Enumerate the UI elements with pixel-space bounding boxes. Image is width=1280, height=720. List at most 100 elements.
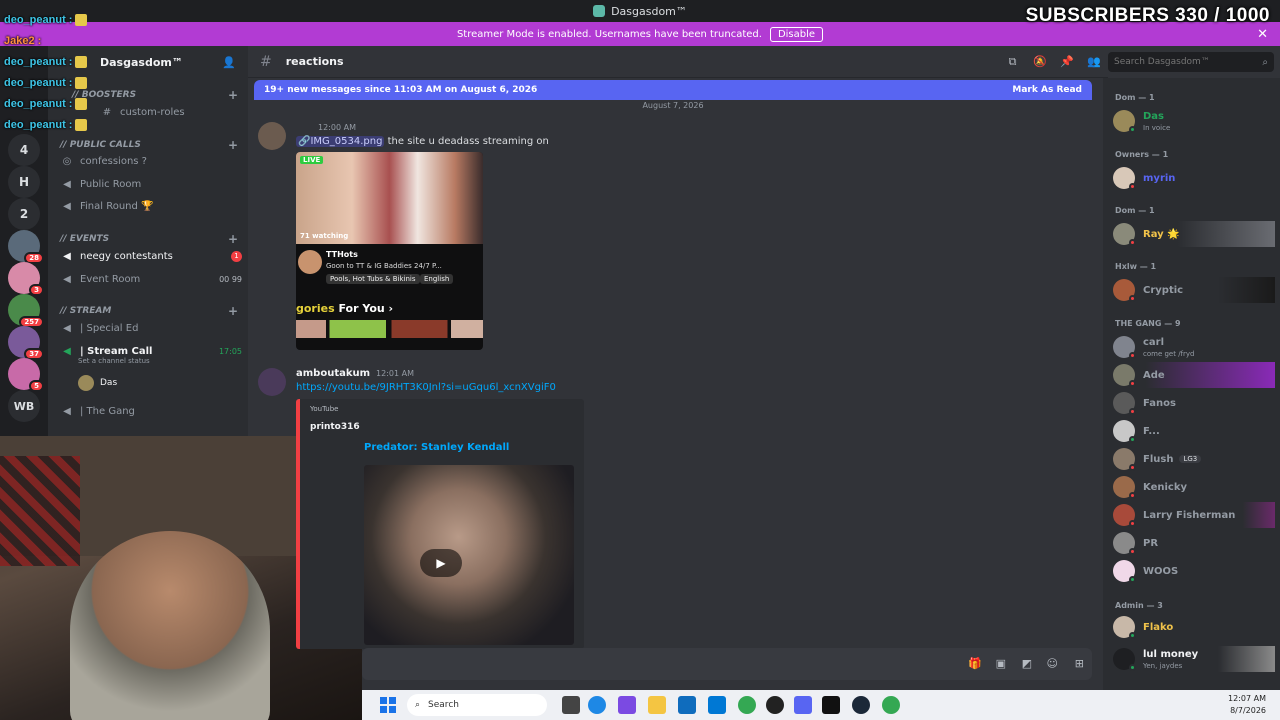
channel-neegy-contestants[interactable]: ◀ neegy contestants 1 xyxy=(56,246,242,266)
channel-special-ed[interactable]: ◀ | Special Ed xyxy=(56,318,242,338)
chrome-icon[interactable] xyxy=(738,696,756,714)
member-item[interactable]: carl come get /fryd xyxy=(1113,334,1275,360)
apps-icon[interactable]: ⊞ xyxy=(1075,657,1084,670)
obs-icon[interactable] xyxy=(766,696,784,714)
server-name: Dasgasdom™ xyxy=(100,55,183,69)
mark-as-read-button[interactable]: Mark As Read xyxy=(1012,85,1082,95)
server-item[interactable]: WB xyxy=(8,390,40,422)
server-item[interactable]: 4 xyxy=(8,134,40,166)
stream-desc: Goon to TT & IG Baddies 24/7 P... xyxy=(326,262,442,270)
channel-status[interactable]: Set a channel status xyxy=(56,354,242,368)
channel-final-round[interactable]: ◀ Final Round 🏆 xyxy=(56,196,242,216)
add-channel-icon[interactable]: + xyxy=(228,88,238,102)
store-icon[interactable] xyxy=(708,696,726,714)
server-item[interactable]: H xyxy=(8,166,40,198)
file-explorer-icon[interactable] xyxy=(648,696,666,714)
server-item[interactable]: 257 xyxy=(8,294,44,328)
member-item[interactable]: Fanos xyxy=(1113,390,1275,416)
copilot-icon[interactable] xyxy=(618,696,636,714)
unread-badge: 3 xyxy=(29,284,44,296)
member-item[interactable]: Ade xyxy=(1113,362,1275,388)
add-channel-icon[interactable]: + xyxy=(228,304,238,318)
gift-icon[interactable]: 🎁 xyxy=(968,657,982,670)
members-icon[interactable]: 👥 xyxy=(1087,55,1101,68)
youtube-link[interactable]: https://youtu.be/9JRHT3K0Jnl?si=uGqu6l_x… xyxy=(296,382,556,393)
member-item[interactable]: Larry Fisherman xyxy=(1113,502,1275,528)
member-item[interactable]: Flush LG3 xyxy=(1113,446,1275,472)
avatar[interactable] xyxy=(258,368,286,396)
server-item[interactable]: 28 xyxy=(8,230,44,264)
chrome-icon[interactable] xyxy=(882,696,900,714)
pin-icon[interactable]: 📌 xyxy=(1060,55,1074,68)
mute-icon[interactable]: 🔕 xyxy=(1033,55,1047,68)
category-public-calls[interactable]: // PUBLIC CALLS + xyxy=(60,138,238,152)
member-item[interactable]: Kenicky xyxy=(1113,474,1275,500)
status-indicator xyxy=(1129,464,1136,471)
youtube-embed: YouTube printo316 Predator: Stanley Kend… xyxy=(296,399,584,649)
channel-confessions[interactable]: ◎ confessions ? xyxy=(56,151,242,171)
server-item[interactable]: 2 xyxy=(8,198,40,230)
task-view-icon[interactable] xyxy=(562,696,580,714)
discord-icon[interactable] xyxy=(794,696,812,714)
category-stream[interactable]: // STREAM + xyxy=(60,304,238,318)
channel-the-gang[interactable]: ◀ | The Gang xyxy=(56,401,242,421)
close-icon[interactable]: ✕ xyxy=(1257,27,1268,42)
outlook-icon[interactable] xyxy=(678,696,696,714)
steam-icon[interactable] xyxy=(852,696,870,714)
terminal-icon[interactable] xyxy=(822,696,840,714)
member-item[interactable]: F... xyxy=(1113,418,1275,444)
member-item[interactable]: PR xyxy=(1113,530,1275,556)
windows-start-icon[interactable] xyxy=(380,697,396,713)
play-icon[interactable]: ▶ xyxy=(420,549,462,577)
taskbar-clock[interactable]: 12:07 AM 8/7/2026 xyxy=(1228,693,1266,717)
status-indicator xyxy=(1129,664,1136,671)
member-item[interactable]: lul money Yen, jaydes xyxy=(1113,646,1275,672)
live-badge: LIVE xyxy=(300,156,324,164)
search-box[interactable]: ⌕ xyxy=(1108,52,1274,72)
member-item[interactable]: Das In voice xyxy=(1113,108,1275,134)
sticker-icon[interactable]: ◩ xyxy=(1022,657,1032,670)
taskbar-search[interactable]: ⌕ Search xyxy=(407,694,547,716)
speaker-icon: ◀ xyxy=(63,250,71,262)
channel-event-room[interactable]: ◀ Event Room 00 99 xyxy=(56,269,242,289)
embed-title[interactable]: Predator: Stanley Kendall xyxy=(364,442,509,453)
member-activity: come get /fryd xyxy=(1143,350,1195,358)
chat-line: Jake2 : xyxy=(4,35,42,47)
member-item[interactable]: Cryptic xyxy=(1113,277,1275,303)
edge-icon[interactable] xyxy=(588,696,606,714)
server-item[interactable]: 37 xyxy=(8,326,44,360)
new-messages-text: 19+ new messages since 11:03 AM on Augus… xyxy=(264,85,538,95)
gif-icon[interactable]: ▣ xyxy=(996,657,1006,670)
add-member-icon[interactable]: 👤 xyxy=(222,56,236,69)
category-events[interactable]: // Events + xyxy=(60,232,238,246)
video-thumbnail[interactable]: ▶ xyxy=(364,465,574,645)
server-item[interactable]: 5 xyxy=(8,358,44,392)
member-group-header: Dom — 1 xyxy=(1115,93,1155,102)
voice-user[interactable]: Das xyxy=(56,373,242,393)
member-list: Dom — 1 Das In voice Owners — 1 myrin Do… xyxy=(1103,78,1280,690)
channel-public-room[interactable]: ◀ Public Room xyxy=(56,174,242,194)
add-channel-icon[interactable]: + xyxy=(228,232,238,246)
subscriber-goal: SUBSCRIBERS 330 / 1000 xyxy=(1025,5,1270,26)
avatar[interactable] xyxy=(258,122,286,150)
member-item[interactable]: WOOS xyxy=(1113,558,1275,584)
embed-provider[interactable]: YouTube xyxy=(310,405,338,413)
new-messages-bar[interactable]: 19+ new messages since 11:03 AM on Augus… xyxy=(254,80,1092,100)
chat-line: deo_peanut : xyxy=(4,98,88,111)
member-item[interactable]: Flako xyxy=(1113,614,1275,640)
add-channel-icon[interactable]: + xyxy=(228,138,238,152)
status-indicator xyxy=(1129,492,1136,499)
image-attachment[interactable]: LIVE 71 watching TTHots Goon to TT & IG … xyxy=(296,152,483,350)
server-item[interactable]: 3 xyxy=(8,262,44,296)
search-input[interactable] xyxy=(1114,57,1254,67)
emoji-icon[interactable]: ☺ xyxy=(1047,657,1058,670)
message-composer[interactable]: 🎁 ▣ ◩ ☺ ⊞ xyxy=(362,648,1092,680)
emote-icon xyxy=(75,14,88,27)
attachment-link[interactable]: 🔗IMG_0534.png xyxy=(296,136,385,147)
threads-icon[interactable]: ⧉ xyxy=(1006,55,1019,68)
date-divider: August 7, 2026 xyxy=(642,101,704,110)
embed-channel[interactable]: printo316 xyxy=(310,422,360,432)
member-item[interactable]: Ray 🌟 xyxy=(1113,221,1275,247)
disable-streamer-mode-button[interactable]: Disable xyxy=(769,26,824,42)
member-item[interactable]: myrin xyxy=(1113,165,1275,191)
